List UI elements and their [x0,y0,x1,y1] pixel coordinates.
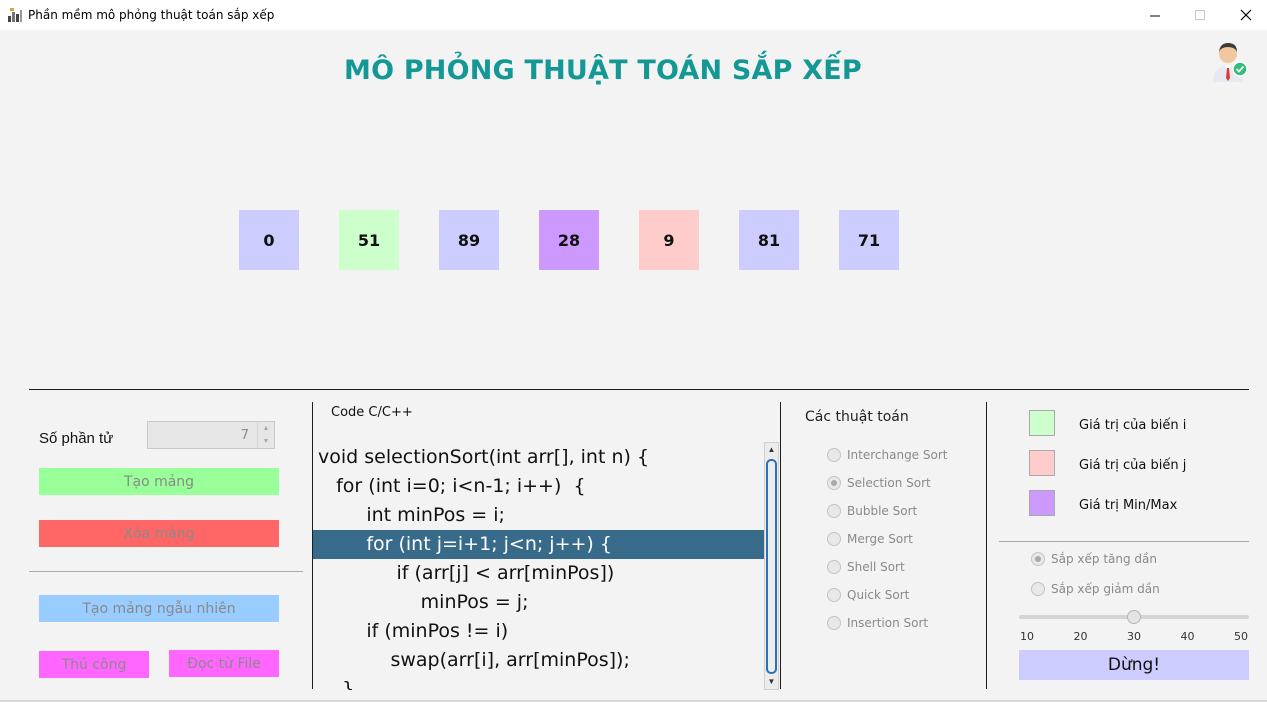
chevron-down-icon[interactable]: ▼ [258,435,274,448]
legend-swatch [1029,410,1055,436]
algorithm-label: Quick Sort [847,588,910,602]
array-element: 89 [439,210,499,270]
minimize-button[interactable] [1132,0,1178,30]
code-line: if (arr[j] < arr[minPos]) [318,562,615,584]
algorithm-radio[interactable] [827,588,841,602]
code-line: } [318,678,355,690]
code-view[interactable]: void selectionSort(int arr[], int n) { f… [313,442,764,690]
create-array-button[interactable]: Tạo mảng [39,468,279,495]
bar-chart-icon [8,8,22,22]
random-array-button[interactable]: Tạo mảng ngẫu nhiên [39,595,279,622]
code-line: if (minPos != i) [318,620,509,642]
legend-label: Giá trị của biến i [1079,418,1187,433]
page-title: MÔ PHỎNG THUẬT TOÁN SẮP XẾP [344,55,862,86]
maximize-button[interactable] [1177,0,1223,30]
sort-ascending-label: Sắp xếp tăng dần [1051,552,1157,566]
speed-tick-label: 20 [1073,630,1088,643]
code-panel-right-divider [780,402,781,689]
close-button[interactable] [1223,0,1267,30]
array-element: 0 [239,210,299,270]
algorithm-radio[interactable] [827,448,841,462]
algorithm-option[interactable]: Shell Sort [827,559,905,575]
algo-panel-right-divider [986,402,987,689]
main-divider [29,389,1249,390]
code-line: for (int i=0; i<n-1; i++) { [318,475,586,497]
legend-label: Giá trị của biến j [1079,458,1187,473]
algorithm-radio[interactable] [827,560,841,574]
code-line: void selectionSort(int arr[], int n) { [318,446,650,468]
stop-button[interactable]: Dừng! [1019,650,1249,680]
speed-slider-thumb[interactable] [1127,610,1141,624]
algorithm-label: Merge Sort [847,532,913,546]
chevron-up-icon[interactable]: ▲ [258,422,274,435]
array-element: 81 [739,210,799,270]
algorithm-option[interactable]: Merge Sort [827,531,913,547]
legend-swatch [1029,450,1055,476]
app-window: Phần mềm mô phỏng thuật toán sắp xếp MÔ … [0,0,1267,702]
array-element: 9 [639,210,699,270]
sort-ascending-option[interactable]: Sắp xếp tăng dần [1031,551,1157,567]
algorithm-option[interactable]: Selection Sort [827,475,931,491]
scroll-up-icon[interactable]: ▲ [765,443,778,457]
sort-descending-radio[interactable] [1031,582,1045,596]
algorithm-label: Shell Sort [847,560,905,574]
window-title: Phần mềm mô phỏng thuật toán sắp xếp [28,8,275,22]
legend-divider [999,541,1249,542]
scroll-down-icon[interactable]: ▼ [765,675,778,689]
scroll-thumb[interactable] [766,459,777,674]
code-line: int minPos = i; [318,504,505,526]
maximize-icon [1194,9,1205,20]
element-count-spinner[interactable]: 7 ▲ ▼ [147,421,275,449]
code-panel-title: Code C/C++ [331,405,413,420]
manual-button[interactable]: Thủ công [39,651,149,678]
sort-ascending-radio[interactable] [1031,552,1045,566]
algorithm-label: Bubble Sort [847,504,918,518]
algorithm-label: Selection Sort [847,476,931,490]
sort-descending-label: Sắp xếp giảm dần [1051,582,1160,596]
code-line: swap(arr[i], arr[minPos]); [318,649,630,671]
array-element: 71 [839,210,899,270]
array-element: 51 [339,210,399,270]
close-icon [1240,9,1252,21]
algorithm-radio[interactable] [827,476,841,490]
controls-divider [29,571,303,572]
algorithm-option[interactable]: Bubble Sort [827,503,917,519]
algorithm-radio[interactable] [827,616,841,630]
code-scrollbar[interactable]: ▲ ▼ [764,442,779,690]
algorithm-radio[interactable] [827,532,841,546]
speed-tick-label: 30 [1127,630,1141,643]
algorithm-label: Interchange Sort [847,448,948,462]
algorithm-label: Insertion Sort [847,616,929,630]
speed-tick-label: 10 [1020,630,1034,643]
element-count-label: Số phần tử [39,430,114,447]
algorithm-option[interactable]: Insertion Sort [827,615,928,631]
algorithms-title: Các thuật toán [805,409,909,425]
user-avatar-icon[interactable] [1205,38,1251,84]
array-element: 28 [539,210,599,270]
spinner-arrows[interactable]: ▲ ▼ [257,422,274,448]
minimize-icon [1149,15,1160,16]
sort-descending-option[interactable]: Sắp xếp giảm dần [1031,581,1160,597]
code-line: minPos = j; [318,591,529,613]
algorithm-option[interactable]: Interchange Sort [827,447,947,463]
read-file-button[interactable]: Đọc từ File [169,650,279,677]
delete-array-button[interactable]: Xóa mảng [39,520,279,547]
speed-tick-label: 40 [1180,630,1195,643]
legend-label: Giá trị Min/Max [1079,498,1178,513]
title-bar: Phần mềm mô phỏng thuật toán sắp xếp [0,0,1267,30]
speed-tick-label: 50 [1234,630,1248,643]
legend-swatch [1029,490,1055,516]
algorithm-option[interactable]: Quick Sort [827,587,909,603]
algorithm-radio[interactable] [827,504,841,518]
element-count-value: 7 [240,428,249,443]
code-line-highlighted: for (int j=i+1; j<n; j++) { [313,530,764,559]
